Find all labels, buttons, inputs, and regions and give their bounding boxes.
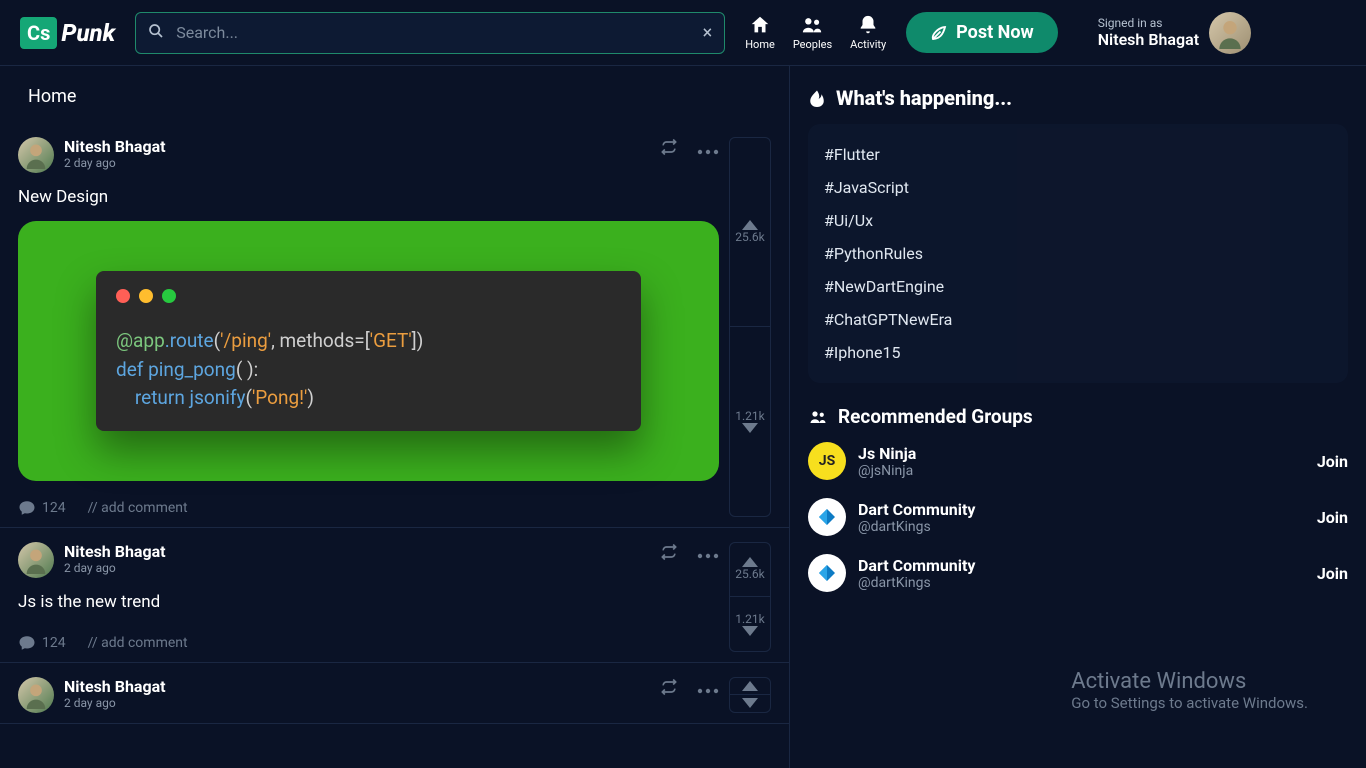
post-now-button[interactable]: Post Now bbox=[906, 12, 1058, 53]
group-item: JS Js Ninja @jsNinja Join bbox=[808, 442, 1348, 480]
post: Nitesh Bhagat 2 day ago New Design @app.… bbox=[0, 123, 789, 528]
trending-tag[interactable]: #ChatGPTNewEra bbox=[824, 303, 1332, 336]
nav-peoples-label: Peoples bbox=[793, 38, 832, 51]
nav-peoples[interactable]: Peoples bbox=[793, 14, 832, 51]
nav-icons: Home Peoples Activity bbox=[745, 14, 886, 51]
avatar[interactable] bbox=[1209, 12, 1251, 54]
post-time: 2 day ago bbox=[64, 561, 166, 575]
trending-tag[interactable]: #NewDartEngine bbox=[824, 270, 1332, 303]
nav-activity[interactable]: Activity bbox=[850, 14, 886, 51]
group-name[interactable]: Js Ninja bbox=[858, 444, 916, 463]
trending-tag[interactable]: #PythonRules bbox=[824, 237, 1332, 270]
code-window: @app.route('/ping', methods=['GET']) def… bbox=[96, 271, 641, 431]
repost-icon[interactable] bbox=[659, 542, 679, 566]
add-comment-link[interactable]: // add comment bbox=[88, 635, 188, 651]
post: Nitesh Bhagat 2 day ago bbox=[0, 663, 789, 724]
vote-box: 25.6k 1.21k bbox=[729, 137, 771, 517]
logo-badge: Cs bbox=[20, 17, 57, 49]
add-comment-link[interactable]: // add comment bbox=[88, 500, 188, 516]
group-avatar: JS bbox=[808, 442, 846, 480]
post-footer: 124 // add comment bbox=[18, 491, 719, 517]
logo[interactable]: Cs Punk bbox=[20, 17, 115, 49]
vote-box: 25.6k 1.21k bbox=[729, 542, 771, 652]
post-avatar[interactable] bbox=[18, 677, 54, 713]
upvote-button[interactable] bbox=[730, 678, 770, 696]
group-avatar bbox=[808, 554, 846, 592]
group-handle: @dartKings bbox=[858, 575, 975, 591]
clear-icon[interactable]: × bbox=[703, 22, 713, 43]
downvote-button[interactable] bbox=[730, 695, 770, 712]
current-user-name: Nitesh Bhagat bbox=[1098, 30, 1199, 49]
group-item: Dart Community @dartKings Join bbox=[808, 554, 1348, 592]
signed-in-as-label: Signed in as bbox=[1098, 16, 1199, 30]
repost-icon[interactable] bbox=[659, 137, 679, 161]
join-button[interactable]: Join bbox=[1317, 452, 1348, 471]
post-text: Js is the new trend bbox=[18, 592, 719, 612]
post: Nitesh Bhagat 2 day ago Js is the new tr… bbox=[0, 528, 789, 663]
comment-count[interactable]: 124 bbox=[18, 634, 66, 652]
more-icon[interactable] bbox=[697, 544, 719, 563]
trending-list: #Flutter#JavaScript#Ui/Ux#PythonRules#Ne… bbox=[808, 124, 1348, 383]
comment-count[interactable]: 124 bbox=[18, 499, 66, 517]
post-footer: 124 // add comment bbox=[18, 626, 719, 652]
trending-tag[interactable]: #Iphone15 bbox=[824, 336, 1332, 369]
feather-icon bbox=[930, 24, 948, 42]
post-now-label: Post Now bbox=[956, 22, 1034, 43]
post-text: New Design bbox=[18, 187, 719, 207]
group-name[interactable]: Dart Community bbox=[858, 556, 975, 575]
windows-watermark: Activate Windows Go to Settings to activ… bbox=[1071, 669, 1308, 712]
group-avatar bbox=[808, 498, 846, 536]
post-time: 2 day ago bbox=[64, 696, 166, 710]
logo-text: Punk bbox=[61, 19, 115, 47]
nav-activity-label: Activity bbox=[850, 38, 886, 51]
post-author[interactable]: Nitesh Bhagat bbox=[64, 677, 166, 696]
group-handle: @jsNinja bbox=[858, 463, 916, 479]
more-icon[interactable] bbox=[697, 679, 719, 698]
post-author[interactable]: Nitesh Bhagat bbox=[64, 542, 166, 561]
code-card: @app.route('/ping', methods=['GET']) def… bbox=[18, 221, 719, 481]
post-time: 2 day ago bbox=[64, 156, 166, 170]
people-icon bbox=[808, 408, 828, 426]
join-button[interactable]: Join bbox=[1317, 508, 1348, 527]
flame-icon bbox=[808, 88, 826, 108]
user-block[interactable]: Signed in as Nitesh Bhagat bbox=[1098, 12, 1251, 54]
post-author[interactable]: Nitesh Bhagat bbox=[64, 137, 166, 156]
search-icon bbox=[148, 23, 164, 43]
feed: Home Nitesh Bhagat 2 day ago New Design … bbox=[0, 66, 790, 768]
vote-box bbox=[729, 677, 771, 713]
feed-title: Home bbox=[0, 66, 789, 123]
happening-header: What's happening... bbox=[808, 86, 1348, 110]
group-handle: @dartKings bbox=[858, 519, 975, 535]
nav-home[interactable]: Home bbox=[745, 14, 775, 51]
search-wrap: × bbox=[135, 12, 725, 54]
groups-header: Recommended Groups bbox=[808, 405, 1348, 428]
post-avatar[interactable] bbox=[18, 137, 54, 173]
repost-icon[interactable] bbox=[659, 677, 679, 701]
trending-tag[interactable]: #Ui/Ux bbox=[824, 204, 1332, 237]
topbar: Cs Punk × Home Peoples Activity Post Now… bbox=[0, 0, 1366, 66]
downvote-button[interactable]: 1.21k bbox=[730, 597, 770, 651]
post-avatar[interactable] bbox=[18, 542, 54, 578]
group-item: Dart Community @dartKings Join bbox=[808, 498, 1348, 536]
search-input[interactable] bbox=[135, 12, 725, 54]
trending-tag[interactable]: #Flutter bbox=[824, 138, 1332, 171]
nav-home-label: Home bbox=[745, 38, 775, 51]
join-button[interactable]: Join bbox=[1317, 564, 1348, 583]
upvote-button[interactable]: 25.6k bbox=[730, 543, 770, 598]
upvote-button[interactable]: 25.6k bbox=[730, 138, 770, 327]
trending-tag[interactable]: #JavaScript bbox=[824, 171, 1332, 204]
sidebar: What's happening... #Flutter#JavaScript#… bbox=[790, 66, 1366, 768]
more-icon[interactable] bbox=[697, 140, 719, 159]
group-name[interactable]: Dart Community bbox=[858, 500, 975, 519]
downvote-button[interactable]: 1.21k bbox=[730, 327, 770, 515]
